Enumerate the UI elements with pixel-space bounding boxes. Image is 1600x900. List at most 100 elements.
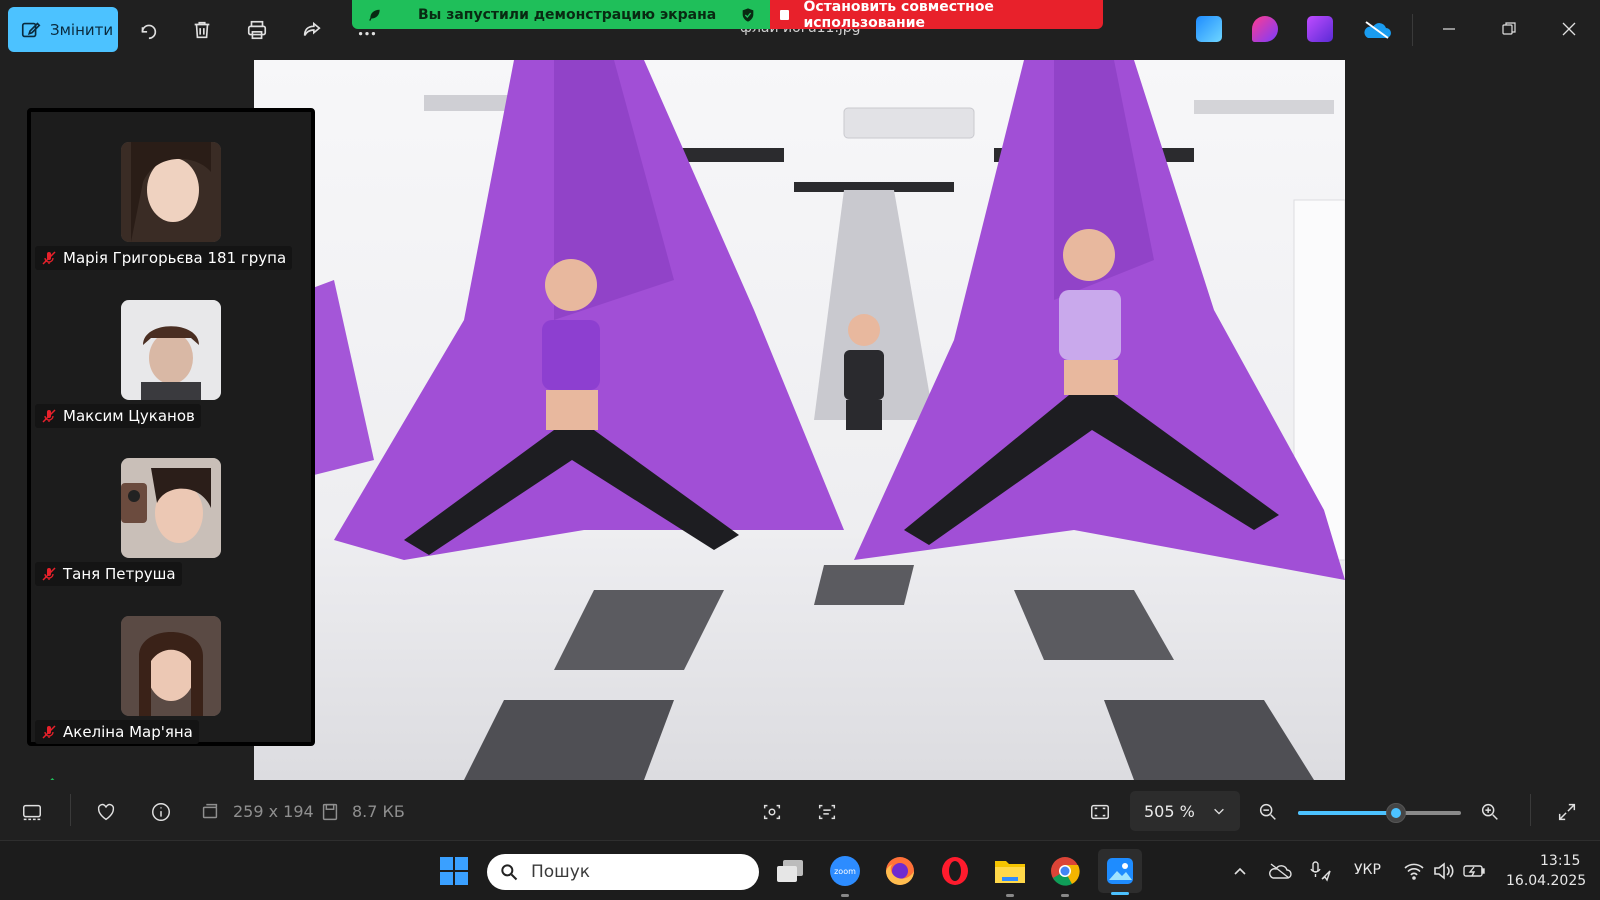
show-hidden-icons-button[interactable] — [1228, 859, 1252, 883]
task-view-button[interactable] — [772, 853, 808, 889]
zoom-slider-thumb[interactable] — [1385, 803, 1406, 823]
participant-name: Максим Цуканов — [63, 407, 195, 425]
share-button[interactable] — [296, 14, 328, 46]
zoom-in-button[interactable] — [1476, 798, 1504, 826]
keyboard-language[interactable]: УКР — [1354, 862, 1381, 878]
running-indicator — [1006, 894, 1014, 897]
edit-button[interactable]: Змінити — [8, 7, 118, 52]
search-icon — [501, 864, 518, 881]
participant-tile[interactable]: Таня Петруша — [31, 458, 311, 616]
image-dimensions: 259 x 194 — [233, 802, 314, 821]
muted-mic-icon — [42, 251, 56, 265]
restore-button[interactable] — [1486, 12, 1532, 46]
image-file-size: 8.7 КБ — [352, 802, 405, 821]
share-icon — [303, 21, 321, 36]
chevron-down-icon — [1214, 808, 1224, 815]
firefox-app-button[interactable] — [882, 853, 918, 889]
printer-icon — [247, 20, 267, 40]
screen-share-notice: Вы запустили демонстрацию экрана — [352, 0, 770, 29]
zoom-app-button[interactable]: zoom — [827, 853, 863, 897]
filmstrip-button[interactable] — [18, 798, 46, 826]
text-scan-button[interactable] — [813, 798, 841, 826]
trash-icon — [194, 21, 210, 39]
zoom-out-button[interactable] — [1254, 798, 1282, 826]
participant-name-tag: Таня Петруша — [35, 562, 182, 586]
cloud-off-icon — [1269, 863, 1292, 879]
visual-search-button[interactable] — [758, 798, 786, 826]
wifi-tray-button[interactable] — [1402, 859, 1426, 883]
zoom-level-value: 505 % — [1144, 801, 1195, 821]
designer-app-icon[interactable] — [1252, 16, 1278, 42]
speaker-icon — [1434, 862, 1454, 880]
toolbar-divider — [1412, 14, 1413, 46]
volume-tray-button[interactable] — [1432, 859, 1456, 883]
zoom-level-dropdown[interactable]: 505 % — [1130, 791, 1240, 831]
edit-image-icon — [21, 21, 41, 37]
zoom-slider-fill — [1298, 811, 1396, 815]
active-indicator — [1111, 892, 1129, 895]
battery-tray-button[interactable] — [1462, 859, 1486, 883]
fullscreen-button[interactable] — [1553, 798, 1581, 826]
filmstrip-icon — [23, 804, 41, 821]
photos-app-icon[interactable] — [1196, 16, 1222, 42]
participant-tile[interactable]: Максим Цуканов — [31, 300, 311, 458]
opera-app-button[interactable] — [937, 853, 973, 889]
file-explorer-button[interactable] — [992, 853, 1028, 897]
screen-share-notice-text: Вы запустили демонстрацию экрана — [418, 6, 717, 23]
chrome-app-button[interactable] — [1047, 853, 1083, 897]
opera-icon — [942, 857, 968, 885]
info-icon — [152, 803, 170, 821]
clock-date[interactable]: 16.04.2025 — [1506, 873, 1586, 889]
zoom-in-icon — [1481, 803, 1498, 820]
clock-time[interactable]: 13:15 — [1540, 853, 1580, 869]
taskbar-search[interactable] — [487, 854, 759, 890]
zoom-app-icon: zoom — [830, 856, 860, 886]
stop-sharing-button[interactable]: Остановить совместное использование — [770, 0, 1103, 31]
zoom-out-icon — [1259, 803, 1276, 820]
minimize-button[interactable] — [1426, 12, 1472, 46]
close-button[interactable] — [1546, 12, 1592, 46]
zoom-slider[interactable] — [1298, 803, 1461, 823]
onedrive-tray-button[interactable] — [1268, 859, 1292, 883]
photo-viewer-image[interactable] — [254, 60, 1345, 780]
onedrive-off-icon[interactable] — [1362, 20, 1392, 40]
file-size-icon — [316, 798, 344, 826]
mic-location-tray-button[interactable] — [1308, 859, 1332, 883]
rotate-icon — [141, 24, 157, 40]
participant-avatar — [121, 142, 221, 242]
print-button[interactable] — [241, 14, 273, 46]
participant-avatar — [121, 616, 221, 716]
participant-tile[interactable]: Акеліна Мар'яна — [31, 616, 311, 774]
stop-square-icon — [780, 9, 790, 20]
bottom-divider — [1530, 794, 1531, 826]
fit-window-icon — [1091, 804, 1109, 820]
visual-search-icon — [763, 804, 781, 820]
close-icon — [1562, 22, 1576, 36]
rotate-button[interactable] — [132, 14, 164, 46]
battery-charging-icon — [1463, 865, 1485, 877]
dimensions-icon — [196, 798, 224, 826]
aerial-yoga-photo — [254, 60, 1345, 780]
heart-icon — [97, 803, 115, 821]
running-indicator — [1061, 894, 1069, 897]
edit-button-label: Змінити — [50, 20, 114, 39]
file-info-button[interactable] — [147, 798, 175, 826]
photos-app-icon — [1107, 858, 1133, 884]
clipchamp-app-icon[interactable] — [1307, 16, 1333, 42]
wifi-icon — [1404, 863, 1424, 880]
fit-to-window-button[interactable] — [1086, 798, 1114, 826]
search-input[interactable] — [531, 862, 731, 882]
delete-button[interactable] — [186, 14, 218, 46]
participant-avatar — [121, 300, 221, 400]
text-scan-icon — [818, 804, 836, 820]
chevron-up-icon — [1234, 867, 1246, 875]
firefox-icon — [886, 857, 914, 885]
participant-avatar — [121, 458, 221, 558]
start-button[interactable] — [436, 853, 472, 889]
favorite-button[interactable] — [92, 798, 120, 826]
participant-name-tag: Максим Цуканов — [35, 404, 201, 428]
viewer-bottom-bar: 259 x 194 8.7 КБ 505 % — [0, 780, 1600, 840]
photos-app-button[interactable] — [1098, 849, 1142, 895]
participant-tile[interactable]: Марія Григорьєва 181 група — [31, 142, 311, 300]
bottom-divider — [70, 794, 71, 826]
